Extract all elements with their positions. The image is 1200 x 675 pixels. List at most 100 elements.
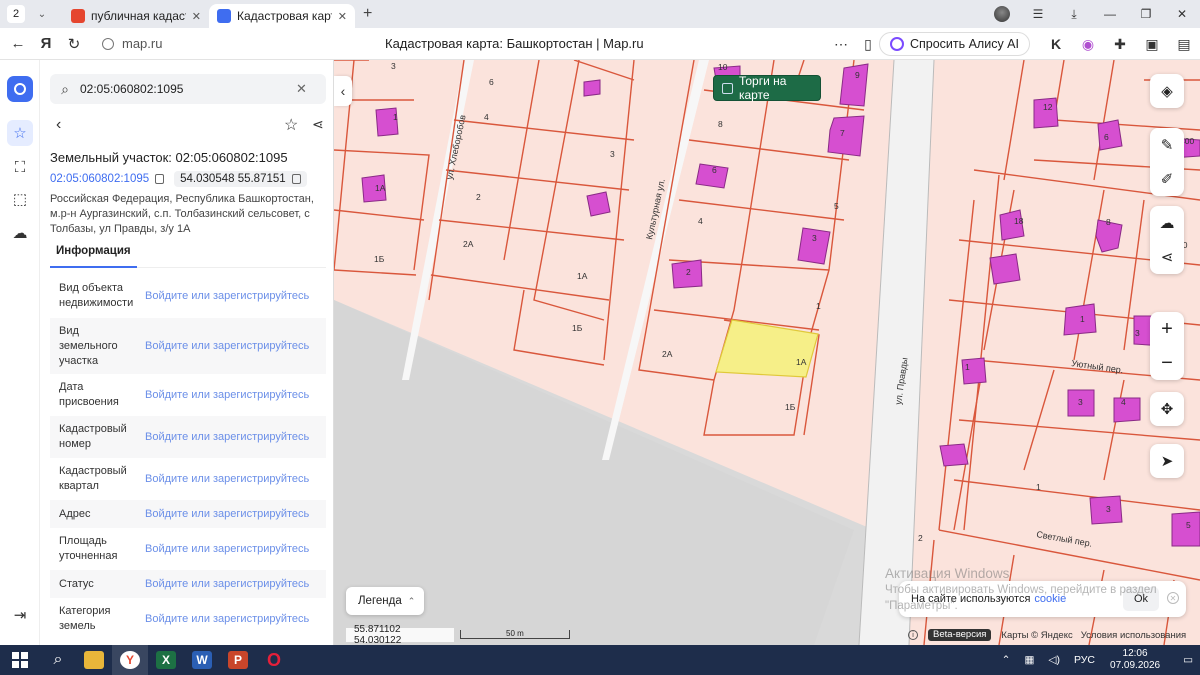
tab-title: публичная кадастровая к [91,9,186,23]
search-input[interactable] [80,82,296,96]
opera-icon[interactable]: O [256,645,292,675]
edit-icon[interactable]: ✐ [1150,162,1184,196]
extensions-puzzle-icon[interactable]: ✚ [1104,36,1136,53]
zoom-in-icon[interactable]: + [1150,312,1184,346]
geolocation-control: ➤ [1150,444,1184,478]
mapru-logo-icon[interactable] [7,76,33,102]
layers-control: ◈ [1150,74,1184,108]
minimize-icon[interactable]: — [1092,7,1128,21]
cookie-banner: На сайте используются cookie Ok ✕ [899,581,1186,617]
pan-move-icon[interactable]: ✥ [1150,392,1184,426]
zoom-out-icon[interactable]: − [1150,346,1184,380]
attribution-text[interactable]: Карты © Яндекс [1001,630,1072,641]
back-arrow-icon[interactable]: ← [4,35,32,52]
area-select-icon[interactable]: ⬚ [7,186,33,212]
sidebar-toggle-icon[interactable]: ▤ [1168,36,1200,53]
login-link[interactable]: Войдите или зарегистрируйтесь [145,543,326,555]
map-canvas[interactable]: ул. Хлеборобов Культурная ул. ул. Правды… [334,60,1200,645]
cookie-link[interactable]: cookie [1034,593,1066,605]
scale-label: 50 m [506,629,524,638]
panel-header: ‹ ☆ ⋖ [50,116,326,136]
browser-tab-1[interactable]: публичная кадастровая к ✕ [63,4,209,28]
collapse-panel-chevron-icon[interactable]: ‹ [334,76,352,106]
yandex-browser-icon[interactable]: Y [112,645,148,675]
restore-icon[interactable]: ❐ [1128,7,1164,21]
login-link[interactable]: Войдите или зарегистрируйтесь [145,389,326,401]
terms-link[interactable]: Условия использования [1081,630,1186,641]
more-dots-icon[interactable]: ⋯ [825,36,857,53]
export-controls: ☁ ⋖ [1150,206,1184,274]
downloads-icon[interactable]: ⤓ [1056,7,1092,22]
search-icon[interactable]: ⌕ [40,645,76,675]
url-field[interactable]: map.ru [102,36,162,51]
info-icon[interactable]: i [908,630,918,640]
bookmark-icon[interactable]: ▯ [857,36,879,53]
clear-search-icon[interactable]: ✕ [296,81,307,97]
login-link[interactable]: Войдите или зарегистрируйтесь [145,431,326,443]
tab-information[interactable]: Информация [50,244,137,268]
windows-start-icon[interactable] [0,652,40,668]
share-map-icon[interactable]: ⋖ [1150,240,1184,274]
login-link[interactable]: Войдите или зарегистрируйтесь [145,613,326,625]
login-link[interactable]: Войдите или зарегистрируйтесь [145,508,326,520]
extension-ring-icon[interactable]: ◉ [1072,36,1104,53]
tab-close-icon[interactable]: ✕ [192,10,201,23]
legend-button[interactable]: Легенда ⌃ [346,587,424,615]
parcel-label: 10 [718,62,728,72]
yandex-home-icon[interactable]: Я [32,35,60,52]
cadastral-map[interactable]: ул. Хлеборобов Культурная ул. ул. Правды… [334,60,1200,645]
close-window-icon[interactable]: ✕ [1164,7,1200,21]
browser-menu-icon[interactable]: ☰ [1020,7,1056,21]
ask-alisa-button[interactable]: Спросить Алису AI [878,32,1030,56]
page-title: Кадастровая карта: Башкортостан | Map.ru [385,36,644,51]
login-link[interactable]: Войдите или зарегистрируйтесь [145,340,326,352]
reload-icon[interactable]: ↻ [60,35,88,53]
volume-icon[interactable]: ◁) [1048,654,1060,666]
file-explorer-icon[interactable] [76,645,112,675]
cookie-ok-button[interactable]: Ok [1123,587,1159,611]
tab-count-badge[interactable]: 2 [7,5,25,23]
login-link[interactable]: Войдите или зарегистрируйтесь [145,578,326,590]
geolocation-arrow-icon[interactable]: ➤ [1150,444,1184,478]
tab-list-chevron-icon[interactable]: ⌄ [31,9,53,20]
layers-icon[interactable]: ◈ [1150,74,1184,108]
route-icon[interactable]: ⛶ [7,154,33,180]
tray-chevron-icon[interactable]: ⌃ [1002,654,1011,666]
site-info-icon[interactable] [102,37,114,50]
powerpoint-icon[interactable]: P [220,645,256,675]
network-icon[interactable]: ▦ [1024,654,1034,666]
torgi-toggle[interactable]: Торги на карте [713,74,821,102]
word-icon[interactable]: W [184,645,220,675]
back-chevron-icon[interactable]: ‹ [56,116,61,134]
profile-avatar[interactable] [994,6,1010,22]
parcel-label: 1А [577,271,588,281]
extension-k-icon[interactable]: K [1040,36,1072,52]
login-link[interactable]: Войдите или зарегистрируйтесь [145,290,326,302]
upload-cloud-icon[interactable]: ☁ [1150,206,1184,240]
info-row: Адрес Войдите или зарегистрируйтесь [50,500,326,528]
new-tab-plus-icon[interactable]: + [363,5,372,23]
ask-alisa-label: Спросить Алису AI [909,37,1019,51]
language-indicator[interactable]: РУС [1074,654,1095,666]
address-bar: ← Я ↻ map.ru Кадастровая карта: Башкорто… [0,28,1200,60]
cookie-close-icon[interactable]: ✕ [1167,592,1179,604]
cadastral-number-link[interactable]: 02:05:060802:1095 [50,173,149,185]
copy-icon[interactable] [155,174,165,184]
collections-icon[interactable]: ▣ [1136,36,1168,53]
cloud-layer-icon[interactable]: ☁ [7,220,33,246]
clock-date: 07.09.2026 [1110,660,1161,671]
login-link[interactable]: Войдите или зарегистрируйтесь [145,473,326,485]
excel-icon[interactable]: X [148,645,184,675]
tab-close-icon[interactable]: ✕ [338,10,347,23]
login-icon[interactable]: ⇥ [7,602,33,628]
favorite-star-icon[interactable]: ☆ [284,115,298,135]
share-icon[interactable]: ⋖ [312,116,324,133]
torgi-checkbox[interactable] [722,82,733,94]
favorites-star-icon[interactable]: ☆ [7,120,33,146]
copy-icon[interactable] [291,174,301,184]
notifications-icon[interactable]: ▭ [1183,654,1193,666]
clock[interactable]: 12:06 07.09.2026 [1110,648,1160,672]
browser-tab-2[interactable]: Кадастровая карта: Баш ✕ [209,4,355,28]
ruler-pencil-icon[interactable]: ✎ [1150,128,1184,162]
coordinates-chip[interactable]: 54.030548 55.87151 [174,171,307,187]
